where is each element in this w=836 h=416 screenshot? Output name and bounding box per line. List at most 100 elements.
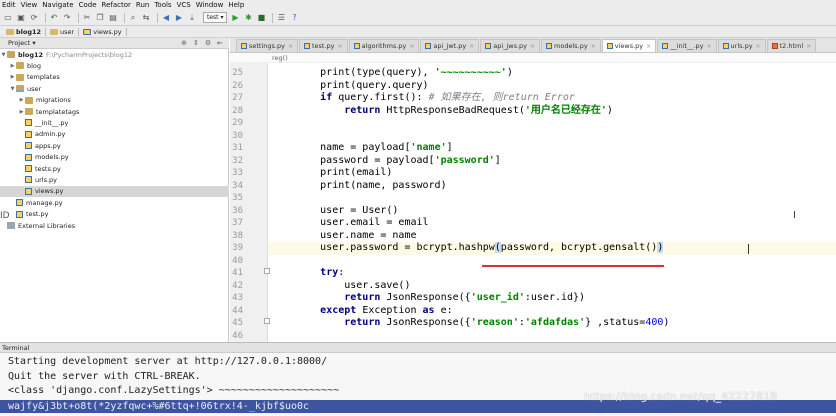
back-icon[interactable]: ◀	[161, 13, 171, 23]
sync-icon[interactable]: ⟳	[29, 13, 39, 23]
editor-tab[interactable]: algorithms.py ×	[348, 39, 420, 52]
tree-item[interactable]: ▶ migrations	[0, 95, 229, 106]
editor-tab[interactable]: __init__.py ×	[657, 39, 717, 52]
chevron-down-icon[interactable]: ▼	[0, 52, 7, 58]
code-line[interactable]: print(name, password)	[268, 180, 836, 193]
code-editor[interactable]: print(type(query), '~~~~~~~~~~') print(q…	[268, 63, 836, 342]
menu-item-help[interactable]: Help	[228, 1, 244, 9]
editor-tab[interactable]: urls.py ×	[717, 39, 766, 52]
editor-tab[interactable]: api_jws.py ×	[480, 39, 541, 52]
editor-breadcrumb[interactable]: reg()	[230, 53, 836, 63]
code-line[interactable]: print(email)	[268, 167, 836, 180]
chevron-right-icon[interactable]: ▶	[9, 74, 16, 80]
code-line[interactable]: return JsonResponse({'reason':'afdafdas'…	[268, 317, 836, 330]
help-icon[interactable]: ?	[289, 13, 299, 23]
close-icon[interactable]: ×	[288, 43, 293, 50]
code-line[interactable]	[268, 130, 836, 143]
breadcrumb-item[interactable]: user	[46, 27, 80, 36]
save-icon[interactable]: ▣	[16, 13, 26, 23]
menu-item-navigate[interactable]: Navigate	[42, 1, 73, 9]
close-icon[interactable]: ×	[806, 43, 811, 50]
run-icon[interactable]: ▶	[230, 13, 240, 23]
breadcrumb-item[interactable]: blog12	[2, 27, 47, 36]
close-icon[interactable]: ×	[707, 43, 712, 50]
tree-item[interactable]: test.py	[0, 209, 229, 220]
build-icon[interactable]: ⤓	[187, 13, 197, 23]
menu-item-refactor[interactable]: Refactor	[102, 1, 131, 9]
breadcrumb-item[interactable]: views.py	[79, 27, 127, 36]
close-icon[interactable]: ×	[338, 43, 343, 50]
tree-item[interactable]: apps.py	[0, 140, 229, 151]
menu-item-edit[interactable]: Edit	[2, 1, 16, 9]
editor-tab[interactable]: views.py ×	[601, 39, 657, 52]
editor-tab[interactable]: models.py ×	[541, 39, 601, 52]
menu-item-run[interactable]: Run	[136, 1, 149, 9]
debug-icon[interactable]: ✱	[243, 13, 253, 23]
cut-icon[interactable]: ✂	[82, 13, 92, 23]
chevron-right-icon[interactable]: ▶	[9, 63, 16, 69]
close-icon[interactable]: ×	[530, 43, 535, 50]
chevron-down-icon[interactable]: ▼	[9, 86, 16, 92]
hide-panel-icon[interactable]: ⇤	[217, 39, 223, 47]
copy-icon[interactable]: ❐	[95, 13, 105, 23]
code-line[interactable]: name = payload['name']	[268, 142, 836, 155]
tree-item[interactable]: ▶ templates	[0, 72, 229, 83]
code-line[interactable]	[268, 192, 836, 205]
code-line[interactable]: user.password = bcrypt.hashpw(password, …	[268, 242, 836, 255]
tree-item[interactable]: __init__.py	[0, 117, 229, 128]
code-line[interactable]: except Exception as e:	[268, 305, 836, 318]
editor-tab[interactable]: settings.py ×	[236, 39, 298, 52]
tree-root[interactable]: ▼ blog12 F:\PycharmProjects\blog12	[0, 49, 229, 60]
menu-item-window[interactable]: Window	[196, 1, 224, 9]
folder-open-icon[interactable]: ▭	[3, 13, 13, 23]
collapse-icon[interactable]: ⇕	[193, 39, 199, 47]
paste-icon[interactable]: ▤	[108, 13, 118, 23]
code-line[interactable]: user.save()	[268, 280, 836, 293]
chevron-right-icon[interactable]: ▶	[18, 97, 25, 103]
close-icon[interactable]: ×	[591, 43, 596, 50]
code-line[interactable]: user = User()	[268, 205, 836, 218]
tree-item[interactable]: ▶ templatetags	[0, 106, 229, 117]
tree-item[interactable]: manage.py	[0, 197, 229, 208]
tasks-icon[interactable]: ☰	[276, 13, 286, 23]
terminal-line[interactable]: Starting development server at http://12…	[8, 356, 327, 369]
forward-icon[interactable]: ▶	[174, 13, 184, 23]
code-line[interactable]: if query.first(): # 如果存在, 则return Error	[268, 92, 836, 105]
editor-tab[interactable]: api_jwt.py ×	[420, 39, 480, 52]
chevron-right-icon[interactable]: ▶	[18, 109, 25, 115]
undo-icon[interactable]: ↶	[49, 13, 59, 23]
close-icon[interactable]: ×	[409, 43, 414, 50]
close-icon[interactable]: ×	[756, 43, 761, 50]
settings-icon[interactable]: ⚙	[205, 39, 211, 47]
code-line[interactable]: user.email = email	[268, 217, 836, 230]
tree-item[interactable]: External Libraries	[0, 220, 229, 231]
terminal-line[interactable]: <class 'django.conf.LazySettings'> ~~~~~…	[8, 385, 339, 398]
code-line[interactable]	[268, 330, 836, 343]
tree-item[interactable]: tests.py	[0, 163, 229, 174]
find-icon[interactable]: ⌕	[128, 13, 138, 23]
menu-item-view[interactable]: View	[21, 1, 38, 9]
editor-tab[interactable]: test.py ×	[299, 39, 348, 52]
code-line[interactable]: print(type(query), '~~~~~~~~~~')	[268, 67, 836, 80]
menu-item-tools[interactable]: Tools	[154, 1, 171, 9]
tree-item[interactable]: ▶ blog	[0, 60, 229, 71]
close-icon[interactable]: ×	[646, 43, 651, 50]
fold-marker-icon[interactable]	[264, 318, 270, 324]
tree-item[interactable]: models.py	[0, 152, 229, 163]
terminal-title[interactable]: Terminal	[2, 344, 29, 352]
editor-tab[interactable]: t2.html ×	[766, 39, 817, 52]
code-line[interactable]: print(query.query)	[268, 80, 836, 93]
menu-item-vcs[interactable]: VCS	[177, 1, 191, 9]
tree-item[interactable]: urls.py	[0, 174, 229, 185]
stop-icon[interactable]: ■	[256, 13, 266, 23]
terminal-selected-line[interactable]: wajfy&j3bt+o8t(*2yzfqwc+%#6ttq+!06trx!4-…	[8, 400, 309, 413]
fold-marker-icon[interactable]	[264, 268, 270, 274]
run-config-select[interactable]: test ▾	[203, 12, 228, 23]
close-icon[interactable]: ×	[469, 43, 474, 50]
redo-icon[interactable]: ↷	[62, 13, 72, 23]
locate-icon[interactable]: ⊕	[181, 39, 187, 47]
code-line[interactable]: password = payload['password']	[268, 155, 836, 168]
project-panel-title[interactable]: Project	[8, 39, 30, 47]
tree-item[interactable]: views.py	[0, 185, 229, 197]
tree-item[interactable]: ▼ user	[0, 83, 229, 94]
